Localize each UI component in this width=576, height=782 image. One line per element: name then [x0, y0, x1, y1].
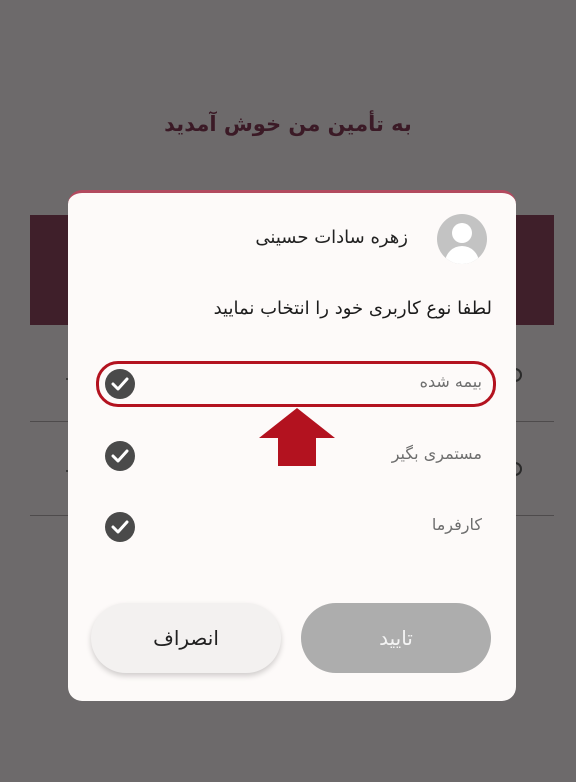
option-insured[interactable]: بیمه شده — [96, 361, 496, 407]
check-circle-icon — [105, 441, 135, 471]
confirm-button[interactable]: تایید — [301, 603, 491, 673]
selection-prompt: لطفا نوع کاربری خود را انتخاب نمایید — [213, 298, 492, 319]
option-label: مستمری بگیر — [391, 444, 482, 463]
arrow-up-icon — [259, 408, 335, 466]
avatar-icon — [437, 214, 487, 264]
option-employer[interactable]: کارفرما — [96, 504, 496, 550]
check-circle-icon — [105, 369, 135, 399]
option-label: بیمه شده — [419, 372, 482, 391]
user-name: زهره سادات حسینی — [255, 227, 408, 248]
cancel-button[interactable]: انصراف — [91, 603, 281, 673]
check-circle-icon — [105, 512, 135, 542]
option-label: کارفرما — [431, 515, 482, 534]
welcome-title: به تأمین من خوش آمدید — [164, 112, 412, 136]
